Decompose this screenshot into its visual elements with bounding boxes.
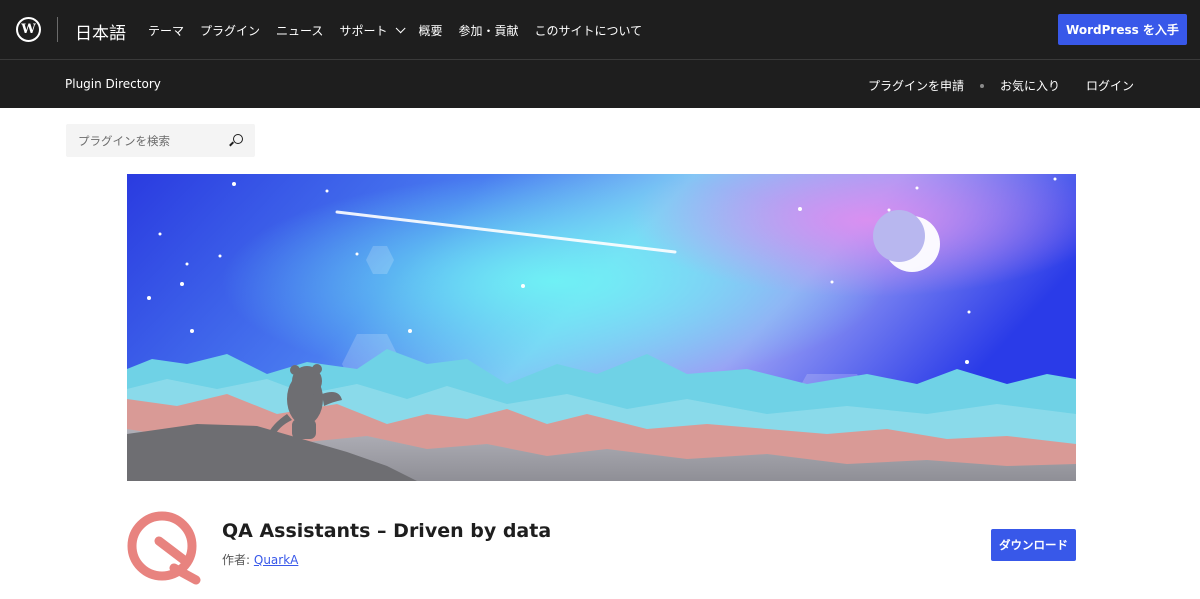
submit-plugin-link[interactable]: プラグインを申請 (868, 77, 964, 94)
plugin-title: QA Assistants – Driven by data (222, 520, 552, 542)
author-label: 作者: (222, 553, 251, 567)
chevron-down-icon (396, 23, 407, 34)
favorites-link[interactable]: お気に入り (1000, 77, 1060, 94)
plugin-directory-link[interactable]: Plugin Directory (65, 77, 161, 91)
global-header: W 日本語 テーマ プラグイン ニュース サポート 概要 参加・貢献 このサイト… (0, 0, 1200, 59)
main-nav: テーマ プラグイン ニュース サポート 概要 参加・貢献 このサイトについて (148, 22, 658, 39)
header-divider (57, 17, 58, 42)
nav-item-themes[interactable]: テーマ (148, 22, 184, 39)
subheader-links: プラグインを申請 お気に入り ログイン (868, 77, 1134, 94)
get-wordpress-button[interactable]: WordPress を入手 (1058, 14, 1187, 45)
plugin-search (66, 124, 255, 157)
nav-item-support[interactable]: サポート (339, 22, 407, 39)
separator-dot (979, 83, 984, 88)
banner-illustration (127, 174, 1076, 481)
nav-item-plugins[interactable]: プラグイン (200, 22, 260, 39)
locale-link[interactable]: 日本語 (75, 19, 126, 44)
nav-item-news[interactable]: ニュース (276, 22, 323, 39)
plugin-directory-bar: Plugin Directory プラグインを申請 お気に入り ログイン (0, 59, 1200, 108)
plugin-author: 作者: QuarkA (222, 551, 298, 568)
download-button[interactable]: ダウンロード (991, 529, 1076, 561)
author-link[interactable]: QuarkA (254, 553, 299, 567)
nav-item-get-involved[interactable]: 参加・貢献 (458, 22, 518, 39)
plugin-banner (127, 174, 1076, 481)
plugin-q-icon (127, 511, 201, 585)
wordpress-logo-icon[interactable]: W (16, 17, 41, 42)
nav-item-about-site[interactable]: このサイトについて (534, 22, 642, 39)
search-icon[interactable] (233, 134, 243, 144)
search-input[interactable] (78, 133, 228, 148)
nav-item-about[interactable]: 概要 (418, 22, 442, 39)
login-link[interactable]: ログイン (1086, 77, 1134, 94)
